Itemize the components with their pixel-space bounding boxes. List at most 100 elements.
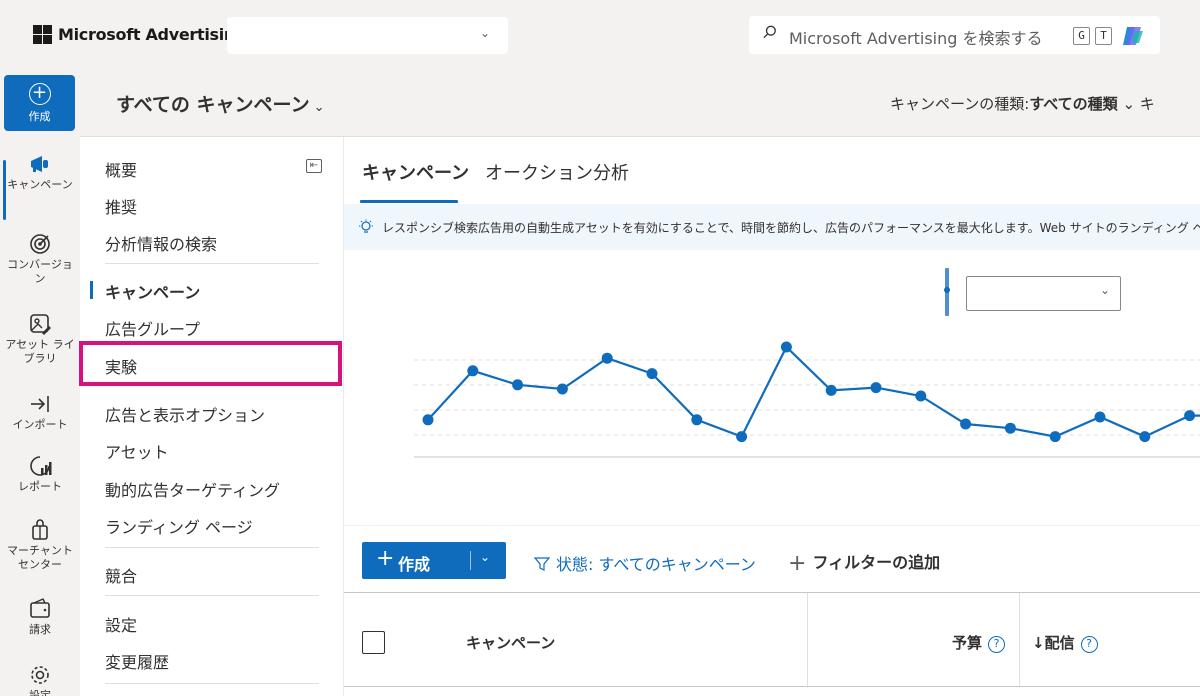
add-filter-button[interactable]: + フィルターの追加: [788, 549, 940, 576]
rail-item-merchant-center[interactable]: マーチャント センター: [0, 518, 80, 572]
rail-item-settings[interactable]: 設定: [0, 663, 80, 696]
collapse-panel-icon[interactable]: ⇤: [306, 159, 322, 173]
rail-label: キャンペーン: [7, 178, 73, 191]
shortcut-key-t: T: [1095, 27, 1112, 45]
active-tab-indicator: [360, 200, 458, 203]
subnav-item-campaigns[interactable]: キャンペーン: [89, 279, 200, 303]
search-placeholder: Microsoft Advertising を検索する: [789, 29, 1043, 48]
subnav-item-settings[interactable]: 設定: [105, 612, 137, 636]
column-divider: [1019, 593, 1020, 688]
data-point[interactable]: [1004, 422, 1016, 434]
create-split-button[interactable]: + 作成 ⌄: [362, 542, 506, 579]
data-point[interactable]: [736, 431, 748, 443]
chevron-down-icon: ⌄: [479, 26, 490, 40]
subnav-item-overview[interactable]: 概要: [105, 157, 137, 181]
subnav-item-assets[interactable]: アセット: [105, 439, 169, 463]
chevron-down-icon[interactable]: ⌄: [480, 550, 490, 564]
data-point[interactable]: [601, 352, 613, 364]
column-label: ↓配信: [1032, 634, 1075, 652]
account-selector[interactable]: ⌄: [227, 17, 508, 54]
data-point[interactable]: [1139, 431, 1151, 443]
subnav-item-dynamic-ad-targets[interactable]: 動的広告ターゲティング: [105, 477, 280, 501]
image-edit-icon: [30, 314, 51, 335]
create-button[interactable]: + 作成: [4, 75, 75, 131]
rail-label: レポート: [18, 480, 62, 493]
rail-item-conversions[interactable]: コンバージョン: [0, 232, 80, 286]
data-point[interactable]: [646, 368, 658, 380]
brand-name: Microsoft Advertising: [58, 25, 247, 44]
campaign-type-filter[interactable]: キャンペーンの種類:すべての種類 ⌄ キ: [890, 93, 1155, 114]
top-bar: Microsoft Advertising ⌄ Microsoft Advert…: [0, 0, 1200, 70]
subnav-divider: [105, 683, 319, 684]
data-point[interactable]: [825, 384, 837, 396]
help-icon[interactable]: ?: [1080, 636, 1098, 653]
rail-item-import[interactable]: インポート: [0, 392, 80, 432]
rail-item-reports[interactable]: レポート: [0, 454, 80, 494]
status-filter-label: 状態: すべてのキャンペーン: [556, 555, 756, 574]
rail-label: アセット ライブラリ: [5, 338, 75, 365]
rail-item-campaigns[interactable]: キャンペーン: [0, 152, 80, 220]
chevron-down-icon: ⌄: [1117, 95, 1140, 113]
page-title: すべての キャンペーン: [116, 94, 310, 116]
highlight-box-experiments: [79, 341, 342, 386]
data-point[interactable]: [1049, 431, 1061, 443]
subnav-item-ads-extensions[interactable]: 広告と表示オプション: [105, 402, 265, 426]
help-icon[interactable]: ?: [988, 636, 1006, 653]
column-header-budget[interactable]: 予算?: [952, 632, 1006, 653]
page-header: すべての キャンペーン ⌄ キャンペーンの種類:すべての種類 ⌄ キ: [80, 70, 1200, 137]
grid-toolbar: + 作成 ⌄ 状態: すべてのキャンペーン + フィルターの追加: [344, 525, 1200, 592]
target-icon: [30, 234, 50, 254]
subnav-item-insights-search[interactable]: 分析情報の検索: [105, 231, 217, 255]
data-point[interactable]: [512, 379, 524, 391]
tab-campaigns[interactable]: キャンペーン: [362, 159, 469, 185]
column-label: 予算: [952, 634, 983, 652]
plus-circle-icon: +: [28, 83, 51, 105]
data-point[interactable]: [870, 382, 882, 394]
subnav-item-ad-groups[interactable]: 広告グループ: [105, 316, 200, 340]
data-point[interactable]: [915, 390, 927, 402]
data-point[interactable]: [467, 365, 479, 377]
copilot-icon[interactable]: [1121, 25, 1145, 47]
column-header-delivery[interactable]: ↓配信?: [1032, 632, 1098, 653]
rail-item-billing[interactable]: 請求: [0, 597, 80, 637]
wallet-icon: [30, 598, 50, 618]
subnav-item-change-history[interactable]: 変更履歴: [105, 649, 169, 673]
split-divider: [470, 551, 471, 570]
data-point[interactable]: [691, 414, 703, 426]
select-all-checkbox[interactable]: [362, 631, 385, 654]
status-filter[interactable]: 状態: すべてのキャンペーン: [534, 551, 756, 575]
data-point[interactable]: [780, 341, 792, 353]
tab-auction-insights[interactable]: オークション分析: [485, 159, 629, 185]
shopping-bag-icon: [32, 519, 48, 540]
plus-icon: +: [788, 551, 807, 576]
search-box[interactable]: Microsoft Advertising を検索する G T: [749, 16, 1160, 54]
campaign-table-header: キャンペーン 予算? ↓配信?: [344, 592, 1200, 688]
add-filter-label: フィルターの追加: [812, 553, 941, 572]
data-point[interactable]: [556, 383, 568, 395]
data-point[interactable]: [1184, 410, 1196, 422]
subnav-item-landing-pages[interactable]: ランディング ページ: [105, 514, 253, 538]
subnav-item-competition[interactable]: 競合: [105, 563, 137, 587]
rail-item-asset-library[interactable]: アセット ライブラリ: [0, 312, 80, 366]
data-point[interactable]: [1094, 411, 1106, 423]
chart-slider-handle[interactable]: [944, 268, 950, 316]
campaign-sub-nav: ⇤ 概要 推奨 分析情報の検索 キャンペーン 広告グループ 実験 広告と表示オプ…: [80, 137, 344, 696]
campaign-scope-dropdown[interactable]: すべての キャンペーン ⌄: [116, 90, 324, 117]
data-point[interactable]: [422, 414, 434, 426]
column-divider: [807, 593, 808, 688]
chevron-down-icon: ⌄: [313, 100, 325, 115]
shortcut-key-g: G: [1073, 27, 1090, 45]
megaphone-icon: [31, 156, 48, 172]
rail-label: 設定: [29, 689, 51, 696]
main-content: キャンペーン オークション分析 レスポンシブ検索広告用の自動生成アセットを有効に…: [344, 137, 1200, 696]
subnav-divider: [105, 547, 319, 548]
campaign-type-label: キャンペーンの種類:: [890, 95, 1030, 113]
brand-logo[interactable]: Microsoft Advertising: [33, 25, 246, 44]
column-header-campaign[interactable]: キャンペーン: [466, 632, 555, 653]
subnav-item-recommendations[interactable]: 推奨: [105, 194, 137, 218]
data-point[interactable]: [960, 418, 972, 430]
report-icon: [30, 456, 52, 476]
chart-metric-dropdown[interactable]: ⌄: [966, 276, 1121, 311]
search-icon: [763, 25, 776, 39]
plus-icon: +: [376, 546, 395, 571]
